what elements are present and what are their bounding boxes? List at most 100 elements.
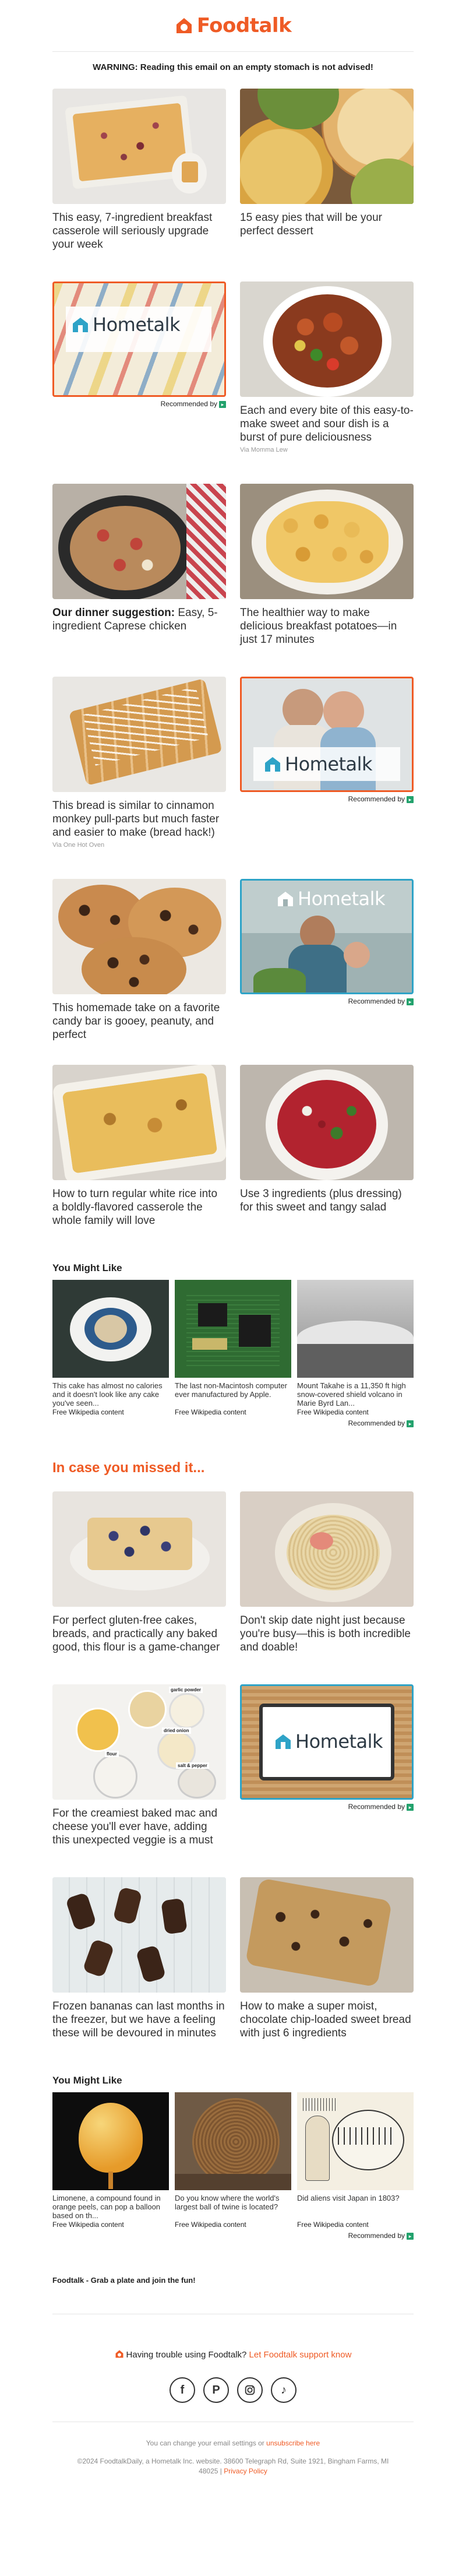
candy-bar-cookies-image[interactable] [52, 879, 226, 994]
sponsored-item[interactable]: The last non-Macintosh computer ever man… [175, 1280, 291, 1416]
sponsored-item[interactable]: Did aliens visit Japan in 1803? Free Wik… [297, 2092, 414, 2229]
chocolate-chip-bread-image[interactable] [240, 1877, 414, 1993]
sponsored-item[interactable]: Mount Takahe is a 11,350 ft high snow-co… [297, 1280, 414, 1416]
article-card[interactable]: Frozen bananas can last months in the fr… [52, 1877, 226, 2040]
salad-image[interactable] [240, 1065, 414, 1180]
header: Foodtalk [52, 0, 414, 51]
article-caption[interactable]: How to turn regular white rice into a bo… [52, 1187, 226, 1227]
article-card[interactable]: Don't skip date night just because you'r… [240, 1491, 414, 1654]
article-caption[interactable]: For perfect gluten-free cakes, breads, a… [52, 1614, 226, 1654]
twine-ball-image[interactable] [175, 2092, 291, 2190]
recommendation-badge-icon: ▸ [219, 400, 226, 408]
pull-apart-bread-image[interactable] [52, 677, 226, 792]
article-caption[interactable]: This homemade take on a favorite candy b… [52, 1001, 226, 1041]
article-card[interactable]: The healthier way to make delicious brea… [240, 484, 414, 646]
unsubscribe-link[interactable]: unsubscribe here [266, 2439, 320, 2447]
article-caption[interactable]: Don't skip date night just because you'r… [240, 1614, 414, 1654]
hometalk-wordmark: Hometalk [298, 888, 386, 910]
article-card[interactable]: Each and every bite of this easy-to-make… [240, 281, 414, 453]
recommended-label: Recommended by [348, 1419, 405, 1427]
article-caption[interactable]: The healthier way to make delicious brea… [240, 606, 414, 646]
article-card[interactable]: This homemade take on a favorite candy b… [52, 879, 226, 1041]
sweet-sour-image[interactable] [240, 281, 414, 397]
ad-card[interactable]: Hometalk Recommended by ▸ [240, 1684, 414, 1847]
balloon-orange-image[interactable] [52, 2092, 169, 2190]
article-card[interactable]: 15 easy pies that will be your perfect d… [240, 89, 414, 251]
hometalk-logo-icon [278, 892, 293, 906]
social-links: f P ♪ [52, 2377, 414, 2403]
ad-card[interactable]: Hometalk Recommended by ▸ [240, 879, 414, 1041]
hometalk-logo-icon [276, 1734, 291, 1749]
sponsored-item[interactable]: Limonene, a compound found in orange pee… [52, 2092, 169, 2229]
sponsored-item-title: The last non-Macintosh computer ever man… [175, 1381, 287, 1399]
sponsored-item-title: Did aliens visit Japan in 1803? [297, 2194, 400, 2202]
japan-1803-illustration-image[interactable] [297, 2092, 414, 2190]
hometalk-ad-image[interactable]: Hometalk [240, 677, 414, 792]
article-card[interactable]: This easy, 7-ingredient breakfast casser… [52, 89, 226, 251]
support-link[interactable]: Let Foodtalk support know [249, 2350, 352, 2360]
hometalk-ad-image[interactable]: Hometalk [52, 281, 226, 397]
blueberry-cake-image[interactable] [52, 1491, 226, 1607]
hometalk-ad-image[interactable]: Hometalk [240, 879, 414, 994]
circuit-board-image[interactable] [175, 1280, 291, 1378]
article-caption[interactable]: For the creamiest baked mac and cheese y… [52, 1807, 226, 1847]
pasta-dish-image[interactable] [240, 1491, 414, 1607]
privacy-policy-link[interactable]: Privacy Policy [224, 2467, 267, 2475]
breakfast-potatoes-image[interactable] [240, 484, 414, 599]
rice-casserole-image[interactable] [52, 1065, 226, 1180]
article-card[interactable]: For perfect gluten-free cakes, breads, a… [52, 1491, 226, 1654]
article-caption[interactable]: Each and every bite of this easy-to-make… [240, 404, 414, 444]
sponsored-item[interactable]: This cake has almost no calories and it … [52, 1280, 169, 1416]
caprese-chicken-image[interactable] [52, 484, 226, 599]
settings-line: You can change your email settings or un… [52, 2438, 414, 2448]
tiktok-icon[interactable]: ♪ [271, 2377, 296, 2403]
article-caption[interactable]: Frozen bananas can last months in the fr… [52, 2000, 226, 2040]
article-caption[interactable]: Our dinner suggestion: Easy, 5-ingredien… [52, 606, 226, 633]
foodtalk-small-icon [115, 2350, 123, 2358]
sponsored-item[interactable]: Do you know where the world's largest ba… [175, 2092, 291, 2229]
recommended-by[interactable]: Recommended by ▸ [52, 1419, 414, 1427]
caption-bold-prefix: Our dinner suggestion: [52, 607, 175, 619]
recommended-label: Recommended by [348, 997, 405, 1005]
pinterest-icon[interactable]: P [203, 2377, 229, 2403]
article-caption[interactable]: Use 3 ingredients (plus dressing) for th… [240, 1187, 414, 1214]
recommended-by[interactable]: Recommended by ▸ [240, 997, 414, 1005]
article-caption[interactable]: This easy, 7-ingredient breakfast casser… [52, 211, 226, 251]
sponsored-item-source: Free Wikipedia content [52, 2220, 124, 2229]
article-card[interactable]: garlic powder dried onion flour salt & p… [52, 1684, 226, 1847]
instagram-icon[interactable] [237, 2377, 263, 2403]
sponsored-item-title: Limonene, a compound found in orange pee… [52, 2194, 161, 2220]
volcano-image[interactable] [297, 1280, 414, 1378]
recommended-by[interactable]: Recommended by ▸ [52, 400, 226, 408]
recommended-label: Recommended by [160, 400, 217, 408]
foodtalk-logo[interactable]: Foodtalk [175, 14, 292, 37]
article-card[interactable]: This bread is similar to cinnamon monkey… [52, 677, 226, 849]
copyright-line: ©2024 FoodtalkDaily, a Hometalk Inc. web… [52, 2457, 414, 2500]
hometalk-ad-image[interactable]: Hometalk [240, 1684, 414, 1800]
mac-cheese-ingredients-image[interactable]: garlic powder dried onion flour salt & p… [52, 1684, 226, 1800]
frozen-bananas-image[interactable] [52, 1877, 226, 1993]
article-caption[interactable]: This bread is similar to cinnamon monkey… [52, 799, 226, 839]
article-caption[interactable]: How to make a super moist, chocolate chi… [240, 2000, 414, 2040]
recommendation-badge-icon: ▸ [407, 998, 414, 1005]
facebook-icon[interactable]: f [170, 2377, 195, 2403]
ad-card[interactable]: Hometalk Recommended by ▸ [240, 677, 414, 849]
recommended-by[interactable]: Recommended by ▸ [52, 2232, 414, 2240]
recommended-by[interactable]: Recommended by ▸ [240, 795, 414, 803]
casserole-image[interactable] [52, 89, 226, 204]
recommendation-badge-icon: ▸ [407, 796, 414, 803]
hometalk-wordmark: Hometalk [295, 1730, 383, 1752]
article-card[interactable]: Our dinner suggestion: Easy, 5-ingredien… [52, 484, 226, 646]
article-card[interactable]: Use 3 ingredients (plus dressing) for th… [240, 1065, 414, 1227]
article-card[interactable]: How to make a super moist, chocolate chi… [240, 1877, 414, 2040]
article-caption[interactable]: 15 easy pies that will be your perfect d… [240, 211, 414, 238]
footer-tagline: Foodtalk - Grab a plate and join the fun… [52, 2276, 196, 2285]
recommended-by[interactable]: Recommended by ▸ [240, 1803, 414, 1811]
ingredient-label: garlic powder [169, 1687, 203, 1693]
sponsored-item-source: Free Wikipedia content [297, 2220, 369, 2229]
article-card[interactable]: How to turn regular white rice into a bo… [52, 1065, 226, 1227]
cake-plate-image[interactable] [52, 1280, 169, 1378]
ad-card[interactable]: Hometalk Recommended by ▸ [52, 281, 226, 453]
pies-image[interactable] [240, 89, 414, 204]
recommended-label: Recommended by [348, 2232, 405, 2240]
